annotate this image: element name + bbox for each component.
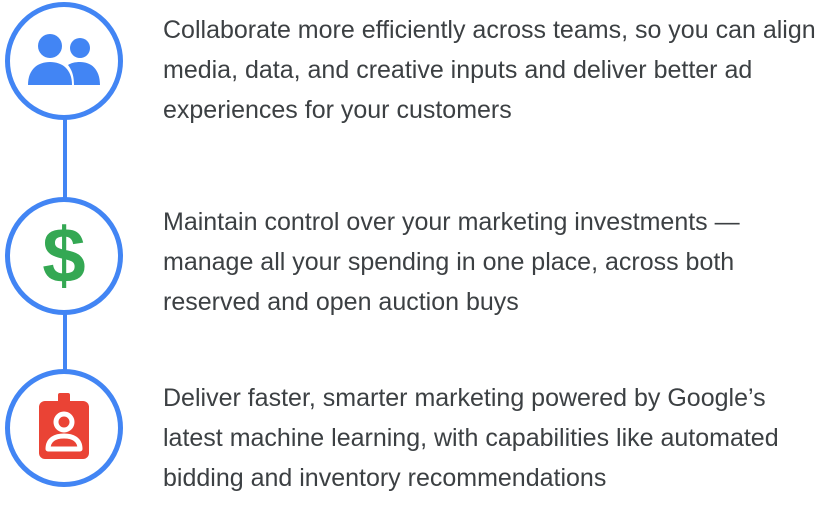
timeline-connector bbox=[63, 310, 67, 372]
badge-icon-circle bbox=[5, 369, 123, 487]
feature-text-deliver: Deliver faster, smarter marketing powere… bbox=[163, 384, 779, 492]
dollar-icon-circle: $ bbox=[5, 197, 123, 315]
dollar-icon: $ bbox=[39, 211, 89, 299]
people-icon bbox=[24, 29, 104, 94]
feature-text-collaborate: Collaborate more efficiently across team… bbox=[163, 16, 816, 124]
svg-text:$: $ bbox=[42, 214, 85, 294]
feature-text-control: Maintain control over your marketing inv… bbox=[163, 208, 740, 316]
badge-icon bbox=[36, 391, 92, 466]
timeline-connector bbox=[63, 110, 67, 200]
people-icon-circle bbox=[5, 2, 123, 120]
